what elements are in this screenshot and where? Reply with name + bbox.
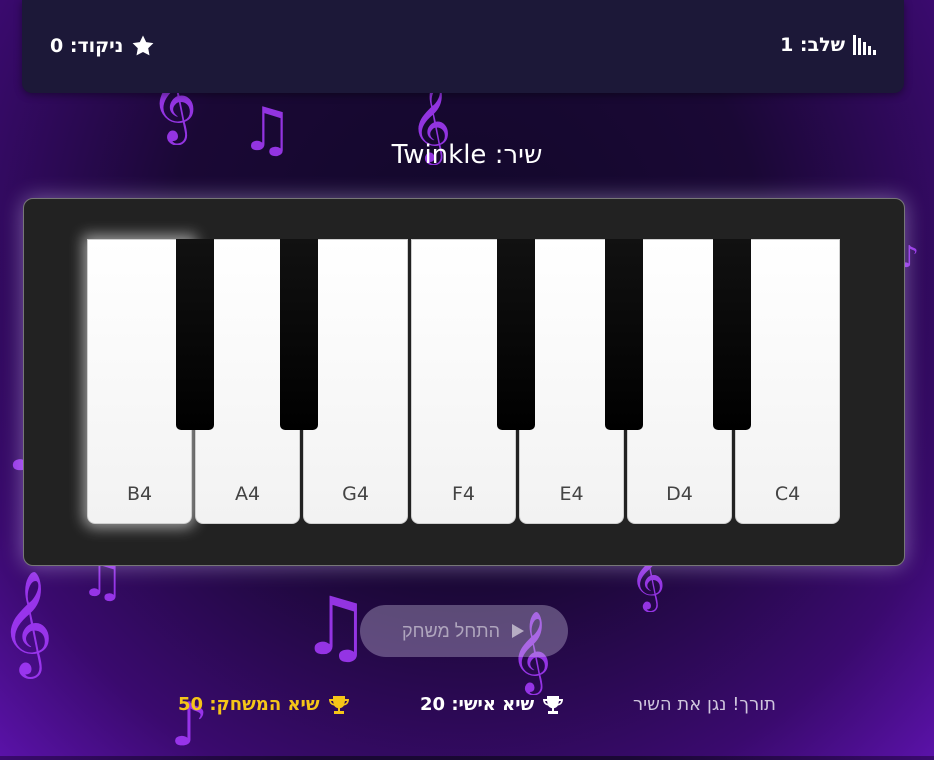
piano-keyboard: B4 A4 G4 F4 E4 D4 C4 <box>23 198 905 566</box>
song-title: שיר: Twinkle <box>391 140 543 170</box>
piano-black-key[interactable] <box>176 239 214 430</box>
key-label: E4 <box>559 483 584 505</box>
level-indicator: שלב: 1 <box>780 34 876 56</box>
game-best-label: שיא המשחק: 50 <box>178 694 320 715</box>
key-label: G4 <box>342 483 369 505</box>
piano-black-key[interactable] <box>280 239 318 430</box>
game-best: שיא המשחק: 50 <box>178 694 350 715</box>
score-label: ניקוד: 0 <box>50 35 124 57</box>
key-label: C4 <box>774 483 801 505</box>
level-label: שלב: 1 <box>780 34 845 56</box>
personal-best: שיא אישי: 20 <box>420 694 564 715</box>
key-label: B4 <box>126 483 153 505</box>
start-game-button[interactable]: התחל משחק <box>360 605 568 657</box>
star-icon <box>132 35 154 56</box>
piano-key-g4[interactable]: G4 <box>303 239 408 524</box>
trophy-icon <box>543 695 564 714</box>
piano-black-key[interactable] <box>605 239 643 430</box>
turn-hint: תורך! נגן את השיר <box>632 694 776 715</box>
status-bar: שלב: 1 ניקוד: 0 <box>22 0 904 93</box>
trophy-icon <box>328 695 349 714</box>
key-label: A4 <box>234 483 261 505</box>
signal-bars-icon <box>853 35 876 55</box>
start-game-label: התחל משחק <box>401 620 501 641</box>
personal-best-label: שיא אישי: 20 <box>420 694 535 715</box>
score-indicator: ניקוד: 0 <box>50 34 155 58</box>
key-label: F4 <box>451 483 476 505</box>
play-icon <box>512 624 525 638</box>
music-note-decoration: 𝄞 <box>0 570 54 675</box>
piano-black-key[interactable] <box>497 239 535 430</box>
piano-black-key[interactable] <box>713 239 751 430</box>
key-label: D4 <box>666 483 693 505</box>
